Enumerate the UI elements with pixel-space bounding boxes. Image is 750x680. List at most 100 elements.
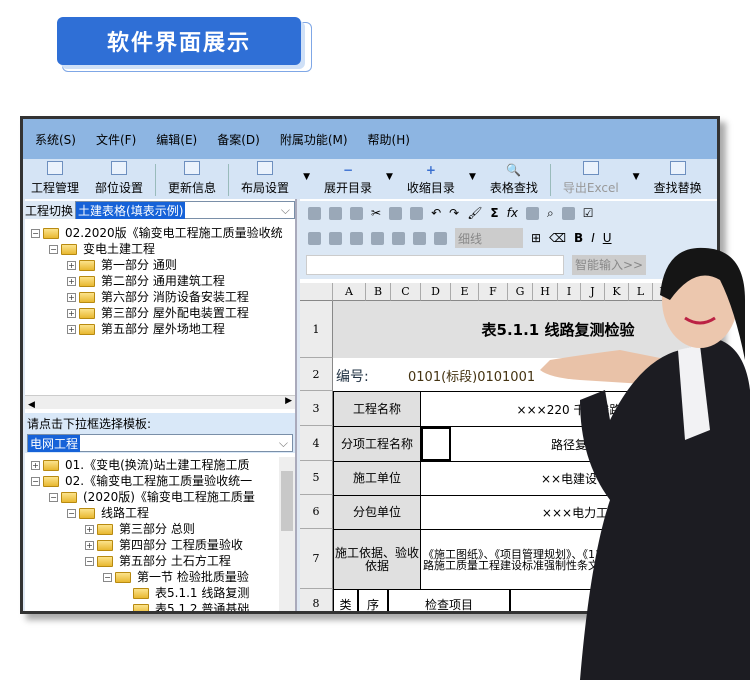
collapse-icon[interactable]: − bbox=[31, 476, 40, 486]
collapse-tree-button[interactable]: + 收缩目录 bbox=[399, 163, 463, 196]
menu-file[interactable]: 文件(F) bbox=[96, 131, 136, 148]
expand-icon[interactable]: + bbox=[85, 524, 94, 534]
tree-node-label: 第一部分 通则 bbox=[101, 258, 177, 272]
split-icon[interactable] bbox=[413, 231, 426, 245]
column-header[interactable]: A bbox=[333, 283, 366, 301]
insert-row-icon[interactable] bbox=[308, 231, 321, 245]
expand-icon[interactable]: + bbox=[67, 276, 76, 286]
save-icon[interactable] bbox=[308, 206, 321, 220]
scroll-thumb[interactable] bbox=[281, 471, 293, 531]
row-header[interactable]: 3 bbox=[300, 391, 333, 426]
tree-node[interactable]: +01.《变电(换流)站土建工程施工质 bbox=[31, 457, 279, 473]
column-header[interactable]: F bbox=[479, 283, 508, 301]
function-icon[interactable]: fx bbox=[507, 206, 518, 220]
stamp-icon[interactable] bbox=[561, 206, 575, 220]
collapse-icon[interactable]: − bbox=[31, 228, 40, 238]
tree-node[interactable]: + 第五部分 屋外场地工程 bbox=[31, 321, 293, 337]
layout-settings-button[interactable]: 布局设置 bbox=[233, 161, 297, 196]
preview-icon[interactable] bbox=[350, 206, 363, 220]
binoculars-icon[interactable]: ⌕ bbox=[547, 206, 554, 221]
horizontal-scrollbar[interactable]: ◀ ▶ bbox=[25, 395, 295, 410]
collapse-icon[interactable]: − bbox=[103, 572, 112, 582]
menu-record[interactable]: 备案(D) bbox=[217, 131, 260, 148]
tree-node[interactable]: − (2020版)《输变电工程施工质量 bbox=[31, 489, 279, 505]
insert-col-icon[interactable] bbox=[329, 231, 342, 245]
menu-edit[interactable]: 编辑(E) bbox=[156, 131, 197, 148]
row-header[interactable]: 8 bbox=[300, 589, 333, 611]
divider bbox=[228, 164, 230, 196]
paste-icon[interactable] bbox=[410, 206, 424, 220]
expand-icon[interactable]: + bbox=[67, 260, 76, 270]
table-search-button[interactable]: 🔍 表格查找 bbox=[482, 163, 546, 196]
row-header[interactable]: 6 bbox=[300, 495, 333, 529]
delete-row-icon[interactable] bbox=[350, 231, 363, 245]
tree-node[interactable]: − 线路工程 bbox=[31, 505, 279, 521]
row-header[interactable]: 7 bbox=[300, 529, 333, 589]
tree-node[interactable]: + 第一部分 通则 bbox=[31, 257, 293, 273]
collapse-icon[interactable]: − bbox=[67, 508, 76, 518]
column-header[interactable]: C bbox=[391, 283, 421, 301]
menu-help[interactable]: 帮助(H) bbox=[368, 131, 410, 148]
row-header[interactable]: 4 bbox=[300, 426, 333, 461]
dropdown-arrow-icon[interactable]: ▼ bbox=[469, 172, 476, 182]
collapse-icon[interactable]: − bbox=[49, 244, 58, 254]
tree-node[interactable]: + 第二部分 通用建筑工程 bbox=[31, 273, 293, 289]
template-select[interactable]: 电网工程 ⌵ bbox=[27, 434, 293, 452]
find-replace-button[interactable]: 查找替换 bbox=[646, 161, 710, 196]
arrow-left-icon[interactable]: ◀ bbox=[28, 400, 35, 410]
arrow-right-icon[interactable]: ▶ bbox=[285, 396, 292, 406]
tree-node[interactable]: + 第四部分 工程质量验收 bbox=[31, 537, 279, 553]
tree-node[interactable]: − 02.《输变电工程施工质量验收统一 bbox=[31, 473, 279, 489]
export-excel-button[interactable]: 导出Excel bbox=[555, 161, 627, 196]
chart-icon[interactable] bbox=[525, 206, 539, 220]
copy-icon[interactable] bbox=[389, 206, 403, 220]
tree-node[interactable]: − 02.2020版《输变电工程施工质量验收统 bbox=[31, 225, 293, 241]
tree-node[interactable]: − 变电土建工程 bbox=[31, 241, 293, 257]
tree-node[interactable]: + 第三部分 总则 bbox=[31, 521, 279, 537]
dropdown-arrow-icon[interactable]: ▼ bbox=[303, 172, 310, 182]
cut-icon[interactable]: ✂ bbox=[371, 206, 381, 220]
folder-icon bbox=[97, 523, 113, 535]
tree-node[interactable]: 表5.1.2 普通基础 bbox=[31, 601, 279, 611]
tree-node[interactable]: + 第三部分 屋外配电装置工程 bbox=[31, 305, 293, 321]
column-header[interactable]: D bbox=[421, 283, 451, 301]
expand-tree-button[interactable]: − 展开目录 bbox=[316, 163, 380, 196]
menu-extras[interactable]: 附属功能(M) bbox=[280, 131, 348, 148]
table-icon[interactable] bbox=[434, 231, 447, 245]
column-header[interactable]: E bbox=[451, 283, 479, 301]
column-header[interactable]: B bbox=[366, 283, 391, 301]
expand-icon[interactable]: + bbox=[67, 324, 76, 334]
tree-node[interactable]: − 第五部分 土石方工程 bbox=[31, 553, 279, 569]
expand-icon[interactable]: + bbox=[67, 292, 76, 302]
line-style-select[interactable]: 细线 bbox=[455, 228, 523, 248]
collapse-icon[interactable]: − bbox=[49, 492, 58, 502]
project-switch-select[interactable]: 土建表格(填表示例) ⌵ bbox=[75, 201, 295, 219]
menu-system[interactable]: 系统(S) bbox=[35, 131, 76, 148]
checkbox-icon[interactable]: ☑ bbox=[583, 206, 594, 220]
project-manage-button[interactable]: 工程管理 bbox=[23, 161, 87, 196]
tree-node[interactable]: 表5.1.1 线路复测 bbox=[31, 585, 279, 601]
select-all-corner[interactable] bbox=[300, 283, 333, 301]
expand-icon[interactable]: + bbox=[67, 308, 76, 318]
undo-icon[interactable]: ↶ bbox=[431, 206, 441, 220]
merge-icon[interactable] bbox=[392, 231, 405, 245]
collapse-icon[interactable]: − bbox=[85, 556, 94, 566]
update-info-button[interactable]: 更新信息 bbox=[160, 161, 224, 196]
vertical-scrollbar[interactable] bbox=[279, 457, 295, 611]
row-header[interactable]: 2 bbox=[300, 358, 333, 391]
print-icon[interactable] bbox=[329, 206, 342, 220]
row-header[interactable]: 5 bbox=[300, 461, 333, 495]
expand-icon[interactable]: + bbox=[85, 540, 94, 550]
format-brush-icon[interactable]: 🖌 bbox=[467, 206, 482, 220]
dropdown-arrow-icon[interactable]: ▼ bbox=[633, 172, 640, 182]
tree-node[interactable]: − 第一节 检验批质量验 bbox=[31, 569, 279, 585]
sum-icon[interactable]: Σ bbox=[490, 206, 498, 220]
tree-node[interactable]: + 第六部分 消防设备安装工程 bbox=[31, 289, 293, 305]
expand-icon[interactable]: + bbox=[31, 460, 40, 470]
selected-cell[interactable] bbox=[421, 427, 451, 461]
redo-icon[interactable]: ↷ bbox=[449, 206, 459, 220]
row-header[interactable]: 1 bbox=[300, 301, 333, 358]
delete-col-icon[interactable] bbox=[371, 231, 384, 245]
dropdown-arrow-icon[interactable]: ▼ bbox=[386, 172, 393, 182]
part-settings-button[interactable]: 部位设置 bbox=[87, 161, 151, 196]
